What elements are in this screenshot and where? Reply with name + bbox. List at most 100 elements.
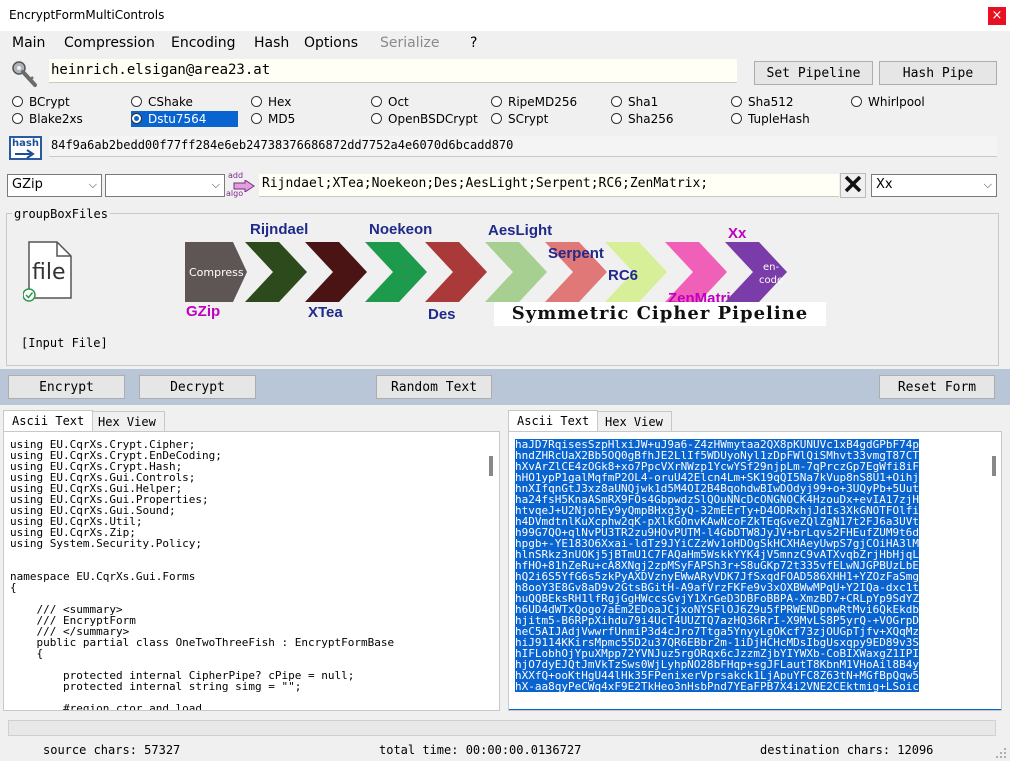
encoding-select-value: Xx [876,177,893,192]
radio-scrypt[interactable]: SCrypt [491,111,548,127]
input-file-label: [Input File] [21,336,108,350]
hash-icon: hash [9,136,42,160]
radio-circle-icon [371,96,382,107]
cipher-select[interactable]: ⌵ [105,174,225,197]
hash-output[interactable]: 84f9a6ab2bedd00f77ff284e6eb2473837668687… [49,136,997,157]
decrypt-button[interactable]: Decrypt [139,375,256,399]
pipeline-algo-label: GZip [186,303,220,320]
title-bar: EncryptFormMultiControls × [0,0,1010,31]
radio-cshake[interactable]: CShake [131,94,193,110]
radio-md5[interactable]: MD5 [251,111,295,127]
tab-right-ascii[interactable]: Ascii Text [508,410,599,431]
total-time-status: total time: 00:00:00.0136727 [379,743,582,757]
pipeline-algo-label: XTea [308,304,343,321]
set-pipeline-button[interactable]: Set Pipeline [754,61,873,85]
pipeline-title: Symmetric Cipher Pipeline [494,302,826,326]
radio-label: BCrypt [29,95,70,109]
destination-chars-status: destination chars: 12096 [760,743,934,757]
menu-options[interactable]: Options [304,35,358,51]
source-scrollbar[interactable] [489,456,493,476]
encrypt-button[interactable]: Encrypt [8,375,125,399]
pipeline-algo-label: Rijndael [250,221,308,238]
destination-textbox[interactable]: haJD7RqisesSzpHlxiJW+uJ9a6-Z4zHWmytaa2QX… [508,431,1002,711]
radio-label: MD5 [268,112,296,126]
radio-circle-icon [491,113,502,124]
pipeline-stage-des [425,242,487,302]
radio-openbsdcrypt[interactable]: OpenBSDCrypt [371,111,478,127]
tab-left-ascii[interactable]: Ascii Text [3,410,94,431]
random-text-button[interactable]: Random Text [376,375,492,399]
action-bar: Encrypt Decrypt Random Text Reset Form [0,369,1010,405]
radio-oct[interactable]: Oct [371,94,409,110]
add-algo-label-1: add [228,171,244,180]
radio-circle-icon [131,96,142,107]
radio-circle-icon [491,96,502,107]
file-icon-label: file [32,260,66,285]
radio-bcrypt[interactable]: BCrypt [12,94,70,110]
radio-hex[interactable]: Hex [251,94,291,110]
radio-circle-icon [731,113,742,124]
add-algo-button[interactable]: add algo [226,171,256,200]
resize-grip-icon[interactable] [995,747,1007,759]
progress-bar [8,720,996,736]
close-button[interactable]: × [988,7,1006,25]
window-title: EncryptFormMultiControls [9,8,165,22]
key-input[interactable]: heinrich.elsigan@area23.at [49,59,737,83]
pipeline-stage-label: Compress [189,266,244,279]
chevron-down-icon: ⌵ [211,178,220,191]
radio-dstu7564[interactable]: Dstu7564 [131,111,239,127]
encoding-select[interactable]: Xx ⌵ [871,174,997,197]
pipeline-algo-label: Des [428,306,456,323]
tab-right-hex[interactable]: Hex View [596,411,672,432]
radio-label: Dstu7564 [148,112,207,126]
add-algo-label-2: algo [226,189,244,198]
tab-left-hex[interactable]: Hex View [89,411,165,432]
clear-pipeline-button[interactable] [840,173,866,198]
radio-label: Hex [268,95,292,109]
radio-circle-icon [12,113,23,124]
radio-label: CShake [148,95,193,109]
radio-circle-icon [131,113,142,124]
radio-tuplehash[interactable]: TupleHash [731,111,810,127]
menu-compression[interactable]: Compression [64,35,155,51]
radio-label: TupleHash [748,112,810,126]
hash-icon-label: hash [12,138,39,149]
status-bar: source chars: 57327 total time: 00:00:00… [0,740,1010,761]
close-icon [844,175,862,193]
menu-help[interactable]: ? [470,35,477,51]
hash-pipe-button[interactable]: Hash Pipe [879,61,997,85]
pipeline-algo-label: Xx [728,225,747,242]
source-chars-status: source chars: 57327 [43,743,181,757]
radio-blake2xs[interactable]: Blake2xs [12,111,83,127]
pipeline-input[interactable]: Rijndael;XTea;Noekeon;Des;AesLight;Serpe… [259,174,839,197]
menu-main[interactable]: Main [12,35,45,51]
radio-circle-icon [731,96,742,107]
radio-whirlpool[interactable]: Whirlpool [851,94,925,110]
reset-form-button[interactable]: Reset Form [879,375,995,399]
radio-ripemd256[interactable]: RipeMD256 [491,94,577,110]
radio-circle-icon [851,96,862,107]
menu-hash[interactable]: Hash [254,35,289,51]
key-icon [9,59,39,89]
radio-sha512[interactable]: Sha512 [731,94,793,110]
destination-line: hX-aa8qyPeCWq4xF9E2TkHeo3nHsbPnd7YEaFPB7… [515,680,919,693]
compression-select-value: GZip [12,177,43,192]
destination-scrollbar[interactable] [992,456,996,476]
compression-select[interactable]: GZip ⌵ [7,174,102,197]
radio-sha256[interactable]: Sha256 [611,111,673,127]
radio-circle-icon [611,96,622,107]
menu-bar: Main Compression Encoding Hash Options S… [0,31,1010,55]
menu-encoding[interactable]: Encoding [171,35,236,51]
file-icon[interactable]: file [22,240,75,302]
pipeline-algo-label: Serpent [548,245,604,262]
radio-circle-icon [12,96,23,107]
radio-circle-icon [371,113,382,124]
destination-focus-line [509,709,1001,710]
menu-serialize: Serialize [380,35,440,51]
radio-label: RipeMD256 [508,95,578,109]
source-text: using EU.CqrXs.Crypt.Cipher; using EU.Cq… [10,438,395,711]
radio-label: Sha1 [628,95,659,109]
radio-sha1[interactable]: Sha1 [611,94,658,110]
radio-label: Blake2xs [29,112,83,126]
source-textbox[interactable]: using EU.CqrXs.Crypt.Cipher; using EU.Cq… [3,431,500,711]
